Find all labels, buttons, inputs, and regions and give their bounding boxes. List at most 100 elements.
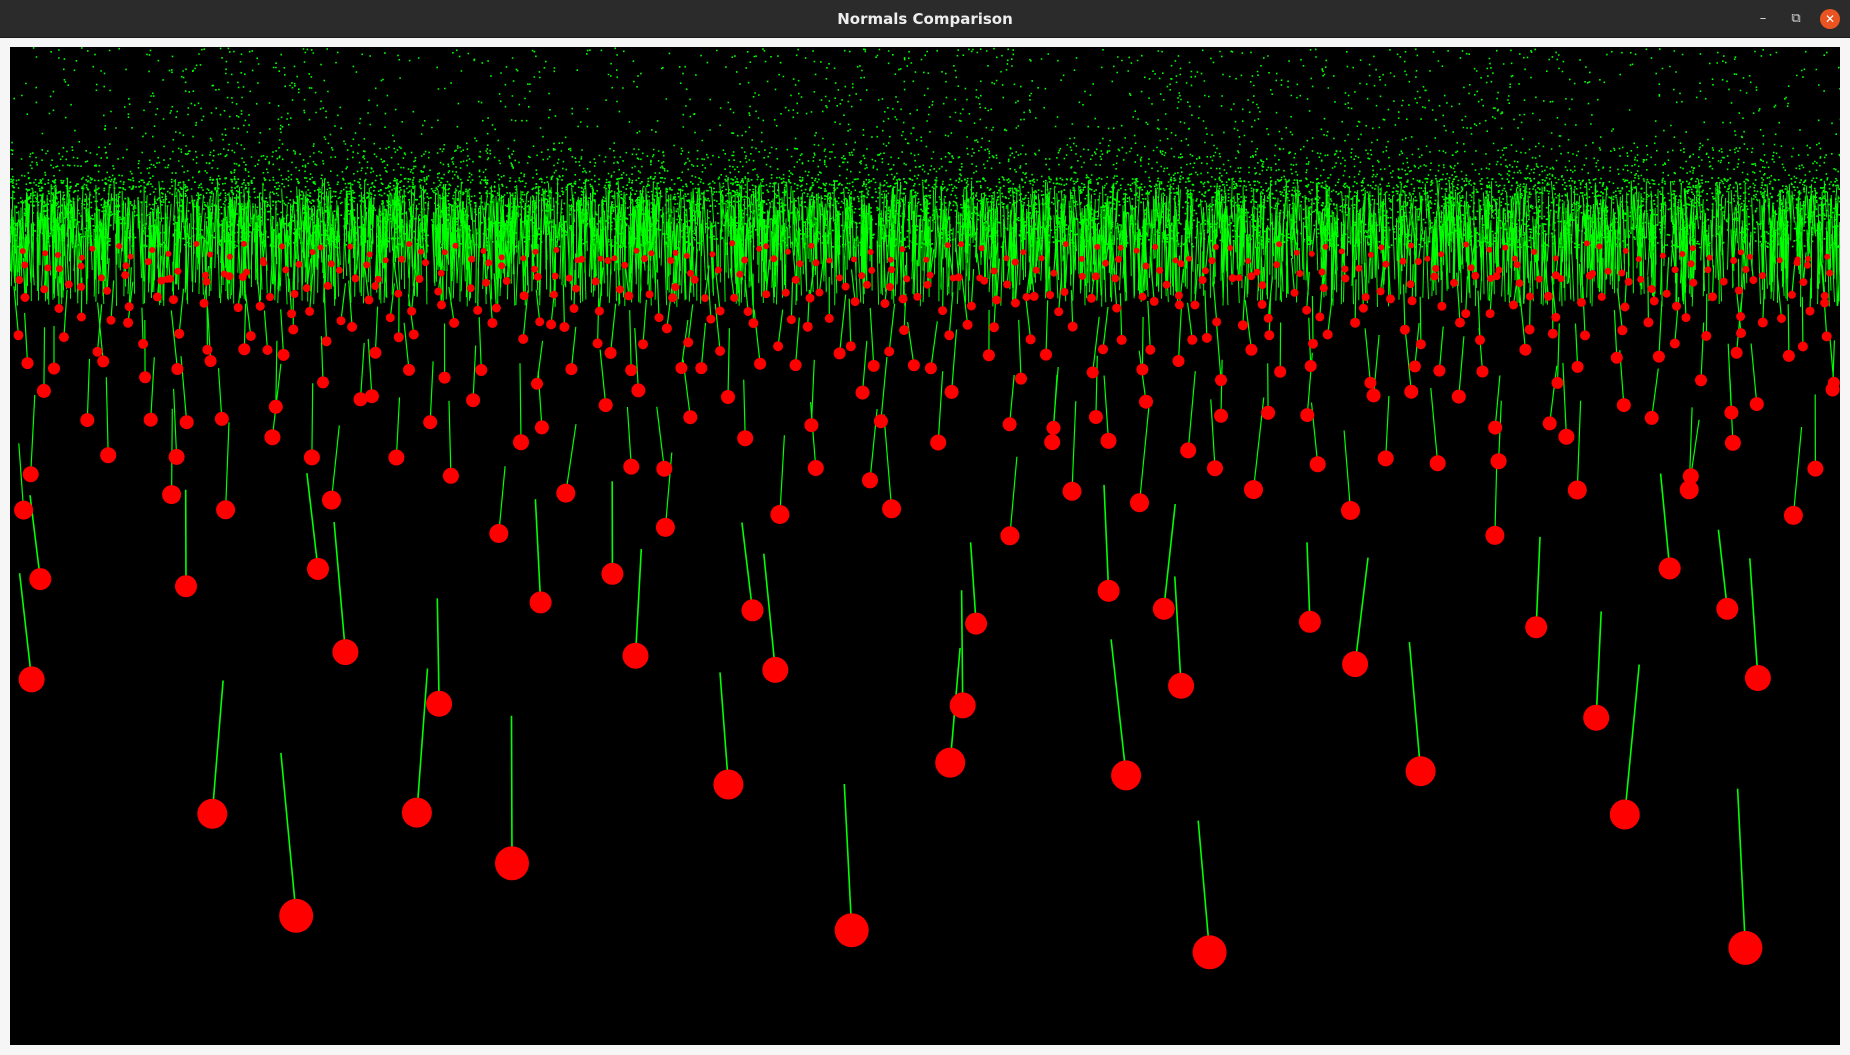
sample-point: [382, 257, 389, 264]
3d-viewport[interactable]: [10, 47, 1840, 1045]
sample-point: [1116, 334, 1127, 345]
sample-point: [1322, 329, 1333, 340]
close-icon: ✕: [1824, 12, 1836, 26]
close-button[interactable]: ✕: [1820, 9, 1840, 29]
app-window: Normals Comparison – ⧉ ✕: [0, 0, 1850, 1055]
restore-icon: ⧉: [1791, 11, 1801, 26]
sample-point: [143, 412, 158, 427]
normal-vector: [311, 383, 314, 458]
sample-point: [1486, 246, 1493, 253]
sample-point: [671, 283, 680, 292]
normal-vector: [613, 235, 616, 259]
sample-point: [863, 280, 872, 289]
minimize-icon: –: [1759, 11, 1767, 26]
sample-point: [1133, 247, 1140, 254]
sample-point: [601, 562, 624, 585]
sample-point: [701, 294, 709, 303]
sample-point: [347, 243, 354, 250]
sample-point: [1708, 292, 1717, 302]
sample-point: [1020, 249, 1027, 256]
sample-point: [1022, 293, 1031, 302]
sample-point: [485, 259, 493, 267]
sample-point: [518, 334, 529, 344]
sample-point: [924, 362, 937, 375]
sample-point: [321, 336, 332, 347]
sample-point: [1046, 420, 1061, 435]
sample-point: [385, 313, 395, 323]
sample-point: [1180, 442, 1197, 459]
sample-point: [123, 317, 134, 328]
sample-point: [1145, 344, 1156, 355]
sample-point: [162, 485, 182, 505]
sample-point: [913, 292, 922, 301]
sample-point: [683, 337, 694, 348]
sample-point: [475, 364, 488, 376]
sample-point: [625, 364, 638, 377]
sample-point: [1724, 405, 1739, 420]
sample-point: [437, 300, 446, 310]
sample-point: [1647, 285, 1656, 293]
sample-point: [962, 319, 973, 330]
sample-point: [1679, 251, 1686, 257]
sample-point: [473, 305, 483, 315]
normal-vector: [1358, 239, 1361, 269]
sample-point: [958, 241, 965, 248]
sample-point: [309, 249, 316, 256]
sample-point: [388, 449, 405, 466]
sample-point: [1355, 264, 1363, 272]
sample-point: [1156, 266, 1164, 274]
sample-point: [899, 246, 906, 253]
sample-point: [675, 362, 688, 374]
sample-point: [1746, 253, 1753, 260]
sample-point: [58, 332, 69, 343]
sample-point: [1177, 260, 1185, 268]
sample-point: [1476, 365, 1489, 378]
sample-point: [591, 277, 600, 286]
sample-point: [621, 261, 629, 269]
sample-point: [1467, 264, 1475, 272]
sample-point: [1044, 434, 1061, 451]
sample-point: [1029, 291, 1039, 301]
sample-point: [944, 384, 959, 399]
sample-point: [592, 338, 603, 349]
sample-point: [266, 293, 274, 301]
sample-point: [867, 249, 874, 255]
sample-point: [122, 262, 130, 270]
sample-point: [1567, 480, 1587, 500]
sample-point: [532, 248, 539, 255]
sample-point: [1622, 247, 1629, 254]
minimize-button[interactable]: –: [1753, 9, 1773, 29]
sample-point: [322, 490, 341, 510]
sample-point: [873, 414, 888, 429]
sample-point: [42, 250, 49, 257]
sample-point: [1596, 243, 1603, 250]
sample-point: [565, 363, 578, 376]
sample-point: [216, 500, 236, 520]
sample-point: [1130, 493, 1149, 513]
normal-vector: [1013, 233, 1016, 263]
sample-point: [1162, 280, 1171, 289]
sample-point: [149, 247, 156, 253]
sample-point: [1635, 256, 1642, 263]
sample-point: [1050, 269, 1058, 277]
point-cloud-scene[interactable]: [10, 47, 1840, 1045]
sample-point: [97, 355, 110, 368]
sample-point: [1799, 278, 1808, 287]
sample-point: [1542, 416, 1557, 431]
sample-point: [347, 321, 358, 332]
sample-point: [1804, 261, 1812, 269]
sample-point: [597, 255, 604, 262]
title-bar[interactable]: Normals Comparison – ⧉ ✕: [0, 0, 1850, 38]
sample-point: [1228, 274, 1237, 283]
sample-point: [393, 332, 404, 343]
maximize-button[interactable]: ⧉: [1786, 9, 1806, 29]
sample-point: [1308, 250, 1315, 257]
sample-point: [307, 557, 329, 580]
sample-point: [1142, 262, 1150, 270]
sample-point: [805, 293, 815, 303]
sample-point: [907, 359, 920, 372]
normal-vector: [242, 216, 245, 244]
sample-point: [466, 284, 475, 293]
sample-point: [482, 278, 491, 287]
sample-point: [531, 377, 543, 390]
